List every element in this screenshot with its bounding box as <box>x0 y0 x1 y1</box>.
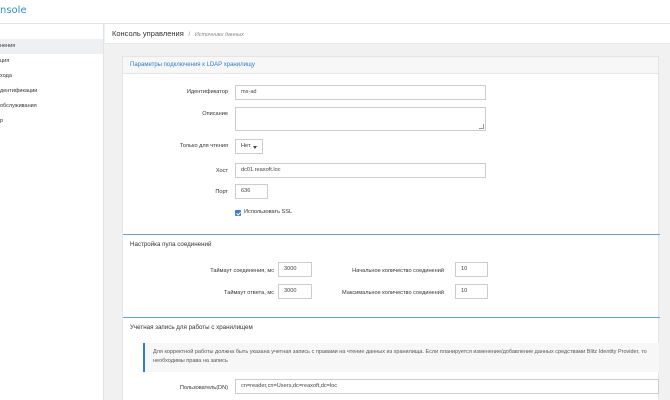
response-timeout-label: Таймаут ответа, мс <box>224 290 274 296</box>
sidebar-item-1[interactable]: ция <box>0 54 103 69</box>
readonly-select-value: Нет <box>241 143 251 149</box>
account-section-title: Учетная запись для работы с хранилищем <box>130 324 253 331</box>
section-divider <box>123 234 660 235</box>
host-field[interactable]: dc01.reaxoft.loc <box>235 163 486 178</box>
breadcrumb-separator: / <box>188 32 191 38</box>
readonly-label: Только для чтения <box>179 143 228 149</box>
connect-timeout-field[interactable]: 3000 <box>278 262 312 277</box>
card-title: Параметры подключения к LDAP хранилищу <box>130 62 255 68</box>
breadcrumb[interactable]: Источники данных <box>195 32 244 38</box>
initial-count-label: Начальное количество соединений <box>352 268 444 274</box>
card-header: Параметры подключения к LDAP хранилищу <box>123 57 658 74</box>
description-field[interactable] <box>235 107 486 131</box>
initial-count-field[interactable]: 10 <box>455 262 488 277</box>
page-header: Консоль управления / Источники данных <box>105 24 670 44</box>
identifier-label: Идентификатор <box>186 89 228 95</box>
top-bar: nsole <box>0 0 670 24</box>
user-dn-field[interactable]: cn=reader,cn=Users,dc=reaxoft,dc=loc <box>235 379 659 394</box>
identifier-field[interactable]: ms-ad <box>235 85 486 100</box>
section-divider <box>123 317 660 318</box>
connect-timeout-label: Таймаут соединения, мс <box>210 268 274 274</box>
max-count-label: Максимальное количество соединений <box>342 290 444 296</box>
ldap-settings-card: Параметры подключения к LDAP хранилищу И… <box>122 56 660 400</box>
ssl-checkbox[interactable] <box>235 210 241 216</box>
ssl-label[interactable]: Использовать SSL <box>244 209 292 215</box>
sidebar-item-3[interactable]: дентификации <box>0 84 103 99</box>
port-field[interactable]: 636 <box>235 184 268 199</box>
host-label: Хост <box>215 168 228 174</box>
max-count-field[interactable]: 10 <box>455 284 488 299</box>
sidebar-item-2[interactable]: хода <box>0 69 103 84</box>
description-label: Описание <box>202 111 228 117</box>
port-label: Порт <box>215 189 228 195</box>
page-title: Консоль управления <box>112 29 184 38</box>
user-dn-label: Пользователь(DN) <box>179 385 228 391</box>
sidebar: нения ция хода дентификации обслуживания… <box>0 24 104 400</box>
resize-grip-icon[interactable] <box>479 124 484 129</box>
brand-logo[interactable]: nsole <box>0 5 27 16</box>
account-note: Для корректной работы должна быть указан… <box>143 343 659 372</box>
main-content: Консоль управления / Источники данных Па… <box>105 24 670 400</box>
sidebar-item-0[interactable]: нения <box>0 39 103 54</box>
sidebar-item-4[interactable]: обслуживания <box>0 99 103 114</box>
sidebar-item-5[interactable]: р <box>0 114 103 129</box>
response-timeout-field[interactable]: 3000 <box>278 284 312 299</box>
chevron-down-icon <box>253 146 257 149</box>
pool-section-title: Настройка пула соединений <box>130 241 212 248</box>
readonly-select[interactable]: Нет <box>235 139 263 154</box>
